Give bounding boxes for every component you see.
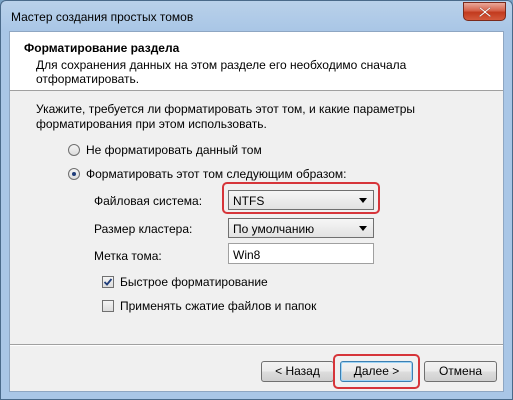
filesystem-highlight — [222, 182, 380, 214]
page-title: Форматирование раздела — [24, 41, 180, 55]
compression-check[interactable] — [102, 300, 114, 312]
volume-label-label: Метка тома: — [94, 249, 162, 263]
cluster-size-select[interactable]: По умолчанию — [228, 218, 374, 238]
radio-no-format[interactable]: Не форматировать данный том — [68, 142, 262, 158]
quick-format-check[interactable] — [102, 276, 114, 288]
checkmark-icon — [103, 278, 113, 286]
back-button[interactable]: < Назад — [261, 361, 334, 382]
filesystem-label: Файловая система: — [94, 194, 203, 208]
intro-text: Укажите, требуется ли форматировать этот… — [36, 102, 415, 131]
close-button[interactable] — [463, 2, 506, 21]
cluster-size-value: По умолчанию — [233, 222, 315, 236]
radio-no-format-label: Не форматировать данный том — [86, 143, 262, 157]
page-subtitle: Для сохранения данных на этом разделе ег… — [36, 58, 407, 86]
button-separator — [10, 344, 503, 346]
radio-no-format-button[interactable] — [68, 144, 80, 156]
radio-format-button[interactable] — [68, 168, 80, 180]
compression-checkbox[interactable]: Применять сжатие файлов и папок — [102, 298, 316, 314]
close-icon — [479, 7, 491, 17]
wizard-header: Форматирование раздела Для сохранения да… — [10, 32, 503, 91]
cancel-button[interactable]: Отмена — [424, 361, 497, 382]
cluster-label: Размер кластера: — [94, 222, 193, 236]
window-title: Мастер создания простых томов — [11, 10, 194, 24]
volume-label-input[interactable]: Win8 — [228, 243, 374, 264]
wizard-client-area: Форматирование раздела Для сохранения да… — [9, 31, 504, 392]
title-bar[interactable]: Мастер создания простых томов — [1, 1, 512, 31]
compression-label: Применять сжатие файлов и папок — [120, 299, 317, 313]
chevron-down-icon — [359, 226, 367, 231]
volume-label-value: Win8 — [233, 248, 261, 262]
quick-format-label: Быстрое форматирование — [120, 275, 268, 289]
radio-format[interactable]: Форматировать этот том следующим образом… — [68, 166, 346, 182]
quick-format-checkbox[interactable]: Быстрое форматирование — [102, 274, 268, 290]
radio-format-label: Форматировать этот том следующим образом… — [86, 167, 347, 181]
wizard-window: Мастер создания простых томов Форматиров… — [0, 0, 513, 400]
next-highlight — [333, 354, 420, 389]
